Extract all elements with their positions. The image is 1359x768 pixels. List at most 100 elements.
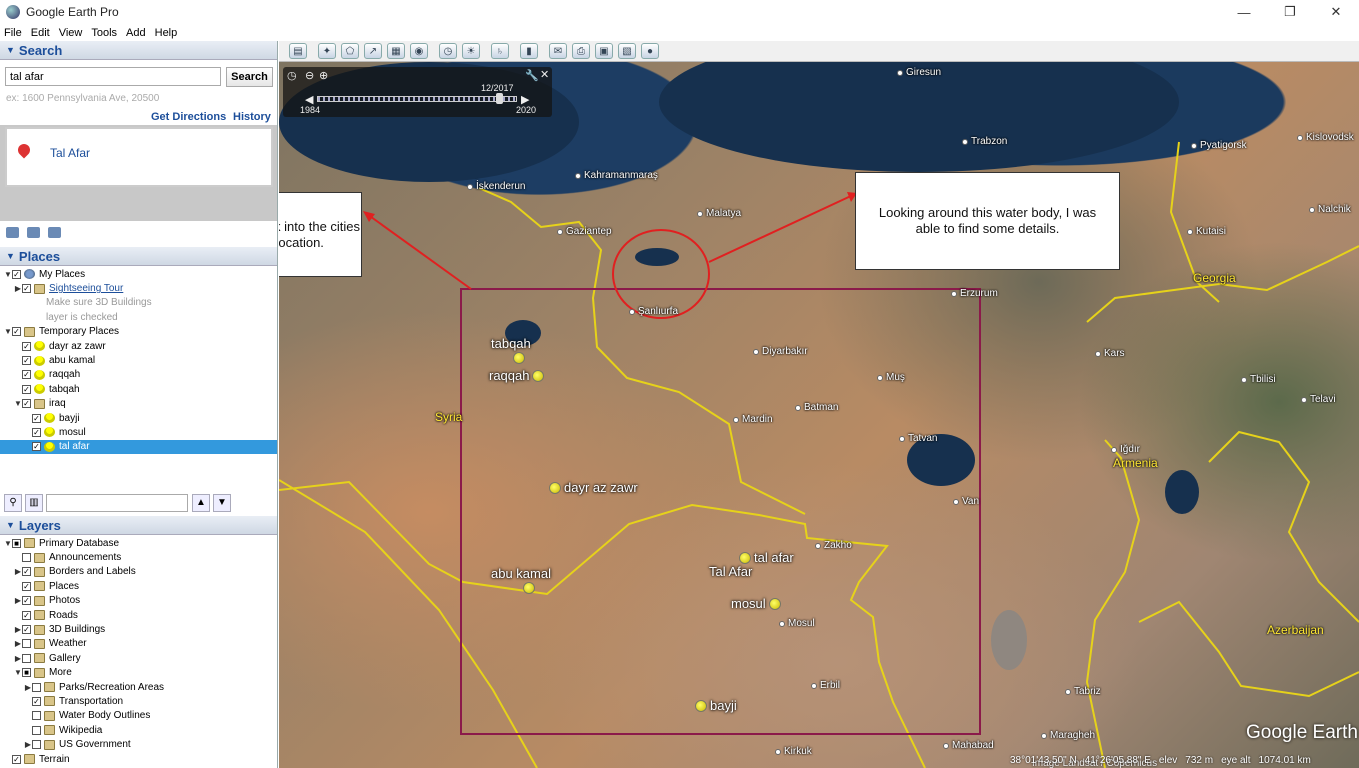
city-label[interactable]: Mahabad — [943, 740, 994, 751]
city-label[interactable]: Zakho — [815, 540, 852, 551]
places-tree-row[interactable]: ▼ ✓ My Places — [0, 267, 277, 281]
placemark-abu-kamal-pin[interactable] — [523, 582, 538, 594]
search-result-tal-afar[interactable]: Tal Afar — [50, 146, 90, 160]
placemark-mosul[interactable]: mosul — [731, 596, 784, 611]
checkbox[interactable]: ✓ — [22, 596, 31, 606]
city-label[interactable]: Tatvan — [899, 433, 937, 444]
checkbox[interactable]: ✓ — [32, 442, 41, 452]
places-tree-row[interactable]: ✓ tal afar — [0, 439, 277, 455]
placemark-tabqah-pin[interactable] — [513, 352, 528, 364]
expand-toggle-icon[interactable]: ▶ — [14, 284, 22, 293]
city-label[interactable]: Malatya — [697, 208, 741, 219]
places-tree-row[interactable]: ✓ mosul — [0, 425, 277, 439]
collapse-triangle-icon[interactable]: ▼ — [6, 45, 15, 55]
checkbox[interactable]: ✓ — [22, 625, 31, 635]
places-tree-row[interactable]: ▶ ✓ Sightseeing Tour — [0, 281, 277, 295]
city-label[interactable]: Mardin — [733, 414, 773, 425]
layers-tree-row[interactable]: ▶ Weather — [0, 637, 277, 651]
sunlight-icon[interactable]: ☀ — [462, 43, 480, 59]
city-label[interactable]: Batman — [795, 402, 838, 413]
save-image-icon[interactable]: ▣ — [595, 43, 613, 59]
checkbox[interactable] — [22, 639, 31, 649]
placemark-tabqah[interactable]: tabqah — [491, 336, 531, 351]
historical-imagery-slider[interactable]: ◷ ⊖ ⊕ 🔧 ✕ 12/2017 ◀ ▶ 1984 2020 — [283, 67, 552, 117]
layers-tree-row[interactable]: ✓ Terrain — [0, 752, 277, 766]
checkbox[interactable]: ✓ — [22, 356, 31, 366]
expand-toggle-icon[interactable]: ▶ — [24, 740, 32, 749]
minimize-button[interactable]: — — [1221, 0, 1267, 24]
placemark-dayr-az-zawr[interactable]: dayr az zawr — [549, 480, 638, 495]
layers-tree-row[interactable]: ▶ Parks/Recreation Areas — [0, 680, 277, 694]
checkbox[interactable]: ✓ — [32, 427, 41, 437]
print-icon[interactable]: ⎙ — [572, 43, 590, 59]
print-icon[interactable] — [48, 227, 61, 238]
places-search-input[interactable] — [46, 494, 188, 512]
places-tree-row[interactable]: ✓ bayji — [0, 411, 277, 425]
search-panel-header[interactable]: ▼ Search — [0, 41, 277, 60]
checkbox[interactable]: ✓ — [22, 384, 31, 394]
placemark-raqqah[interactable]: raqqah — [489, 368, 547, 383]
expand-toggle-icon[interactable]: ▶ — [14, 567, 22, 576]
expand-toggle-icon[interactable]: ▶ — [14, 639, 22, 648]
planets-icon[interactable]: ♄ — [491, 43, 509, 59]
sidebar-toggle-icon[interactable]: ▤ — [289, 43, 307, 59]
expand-toggle-icon[interactable]: ▶ — [14, 654, 22, 663]
expand-toggle-icon[interactable]: ▶ — [24, 683, 32, 692]
settings-wrench-icon[interactable]: 🔧 — [525, 69, 539, 82]
city-label[interactable]: Tbilisi — [1241, 374, 1276, 385]
layers-tree-row[interactable]: ▶ ✓ Photos — [0, 594, 277, 608]
placemark-bayji[interactable]: bayji — [695, 698, 737, 713]
slider-knob[interactable] — [496, 93, 503, 104]
layers-tree-row[interactable]: ▶ ✓ 3D Buildings — [0, 622, 277, 636]
search-button[interactable]: Search — [226, 67, 273, 87]
add-overlay-icon[interactable]: ▦ — [387, 43, 405, 59]
historical-imagery-icon[interactable]: ◷ — [439, 43, 457, 59]
places-tree-row[interactable]: ✓ abu kamal — [0, 353, 277, 367]
city-label[interactable]: Kars — [1095, 348, 1125, 359]
menu-view[interactable]: View — [59, 27, 83, 39]
city-label[interactable]: Trabzon — [962, 136, 1007, 147]
placemark-tal-afar[interactable]: tal afar — [739, 550, 794, 565]
collapse-triangle-icon[interactable]: ▼ — [6, 251, 15, 261]
expand-toggle-icon[interactable]: ▼ — [4, 270, 12, 279]
expand-toggle-icon[interactable]: ▼ — [14, 668, 22, 677]
expand-toggle-icon[interactable]: ▼ — [14, 399, 22, 408]
layers-tree-row[interactable]: Water Body Outlines — [0, 709, 277, 723]
layers-tree-row[interactable]: ▶ US Government — [0, 737, 277, 751]
city-label[interactable]: Erbil — [811, 680, 840, 691]
move-up-icon[interactable]: ▲ — [192, 494, 210, 512]
city-label[interactable]: Pyatigorsk — [1191, 140, 1247, 151]
panel-toggle-icon[interactable]: ▥ — [25, 494, 43, 512]
close-icon[interactable]: ✕ — [540, 68, 549, 81]
checkbox[interactable]: ✓ — [22, 567, 31, 577]
slider-track[interactable] — [317, 96, 517, 102]
city-label[interactable]: Telavi — [1301, 394, 1336, 405]
expand-toggle-icon[interactable]: ▶ — [14, 596, 22, 605]
layers-tree-row[interactable]: ▼ ■ More — [0, 666, 277, 680]
checkbox[interactable]: ✓ — [32, 696, 41, 706]
clock-icon[interactable]: ◷ — [287, 69, 297, 82]
layers-tree-row[interactable]: ✓ Transportation — [0, 694, 277, 708]
menu-edit[interactable]: Edit — [31, 27, 50, 39]
places-panel-header[interactable]: ▼ Places — [0, 247, 277, 266]
city-label[interactable]: Nalchik — [1309, 204, 1351, 215]
checkbox[interactable]: ✓ — [22, 610, 31, 620]
record-tour-icon[interactable]: ◉ — [410, 43, 428, 59]
search-input[interactable] — [5, 67, 221, 86]
add-placemark-icon[interactable]: ✦ — [318, 43, 336, 59]
email-icon[interactable]: ✉ — [549, 43, 567, 59]
checkbox[interactable] — [22, 553, 31, 563]
checkbox[interactable]: ✓ — [22, 399, 31, 409]
checkbox[interactable]: ■ — [22, 668, 31, 678]
expand-toggle-icon[interactable]: ▶ — [14, 625, 22, 634]
checkbox[interactable]: ✓ — [22, 284, 31, 294]
history-link[interactable]: History — [233, 111, 271, 123]
checkbox[interactable] — [32, 682, 41, 692]
city-label[interactable]: Kislovodsk — [1297, 132, 1354, 143]
collapse-triangle-icon[interactable]: ▼ — [6, 520, 15, 530]
maximize-button[interactable]: ❐ — [1267, 0, 1313, 24]
city-label[interactable]: Tabriz — [1065, 686, 1101, 697]
add-polygon-icon[interactable]: ⬠ — [341, 43, 359, 59]
menu-add[interactable]: Add — [126, 27, 146, 39]
checkbox[interactable]: ■ — [12, 538, 21, 548]
